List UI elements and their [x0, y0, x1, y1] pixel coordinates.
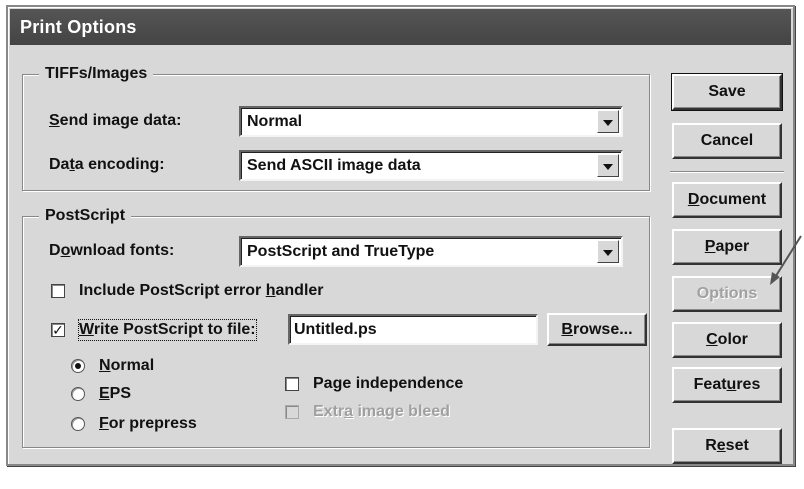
file-name-value: Untitled.ps	[294, 321, 377, 338]
radio-eps-label[interactable]: EPS	[99, 384, 131, 404]
data-encoding-dropdown[interactable]: Send ASCII image data	[239, 150, 623, 181]
extra-bleed-label: Extra image bleed	[313, 403, 450, 420]
send-image-data-label: Send image data:	[49, 112, 182, 129]
dropdown-arrow-icon[interactable]	[597, 154, 619, 177]
send-image-data-dropdown[interactable]: Normal	[239, 106, 623, 137]
download-fonts-value: PostScript and TrueType	[247, 243, 435, 260]
data-encoding-label: Data encoding:	[49, 156, 165, 173]
features-button[interactable]: Feat u res	[672, 367, 782, 403]
page-independence-label[interactable]: Page independence	[313, 374, 463, 394]
radio-prepress-label[interactable]: For prepress	[99, 414, 197, 434]
browse-button[interactable]: Browse...	[547, 313, 647, 346]
reset-button[interactable]: Re set	[672, 428, 782, 464]
cancel-button[interactable]: Cancel	[672, 123, 782, 159]
send-image-data-value: Normal	[247, 113, 303, 130]
dropdown-arrow-icon[interactable]	[597, 110, 619, 133]
data-encoding-value: Send ASCII image data	[247, 157, 421, 174]
extra-bleed-checkbox[interactable]	[285, 405, 299, 419]
tiffs-images-group: TIFFs/Images Send image data: Normal Dat…	[22, 64, 650, 191]
dialog-title-bar[interactable]: Print Options	[10, 9, 791, 45]
paper-button[interactable]: Paper	[672, 229, 782, 265]
radio-eps[interactable]	[71, 387, 85, 401]
options-button[interactable]: Options	[672, 276, 782, 312]
postscript-group: PostScript Download fonts: PostScript an…	[22, 206, 650, 448]
file-name-input[interactable]: Untitled.ps	[288, 314, 538, 345]
button-separator	[670, 171, 784, 173]
write-to-file-checkbox[interactable]: ✓	[51, 323, 65, 337]
radio-normal-label[interactable]: Normal	[99, 356, 154, 376]
write-to-file-label[interactable]: Write PostScript to file:	[78, 319, 257, 341]
page-independence-checkbox[interactable]	[285, 377, 299, 391]
print-options-dialog: Print Options TIFFs/Images Send image da…	[6, 5, 795, 466]
save-button[interactable]: Save	[671, 73, 783, 111]
dialog-title: Print Options	[20, 17, 137, 37]
error-handler-label[interactable]: Include PostScript error handler	[79, 281, 324, 301]
radio-normal[interactable]	[71, 359, 85, 373]
dropdown-arrow-icon[interactable]	[597, 240, 619, 263]
tiffs-group-title: TIFFs/Images	[39, 64, 154, 84]
postscript-group-title: PostScript	[39, 206, 132, 226]
document-button[interactable]: Document	[672, 182, 782, 218]
radio-prepress[interactable]	[71, 417, 85, 431]
error-handler-checkbox[interactable]	[51, 284, 65, 298]
color-button[interactable]: Color	[672, 322, 782, 358]
download-fonts-dropdown[interactable]: PostScript and TrueType	[239, 236, 623, 267]
download-fonts-label: Download fonts:	[49, 242, 175, 259]
